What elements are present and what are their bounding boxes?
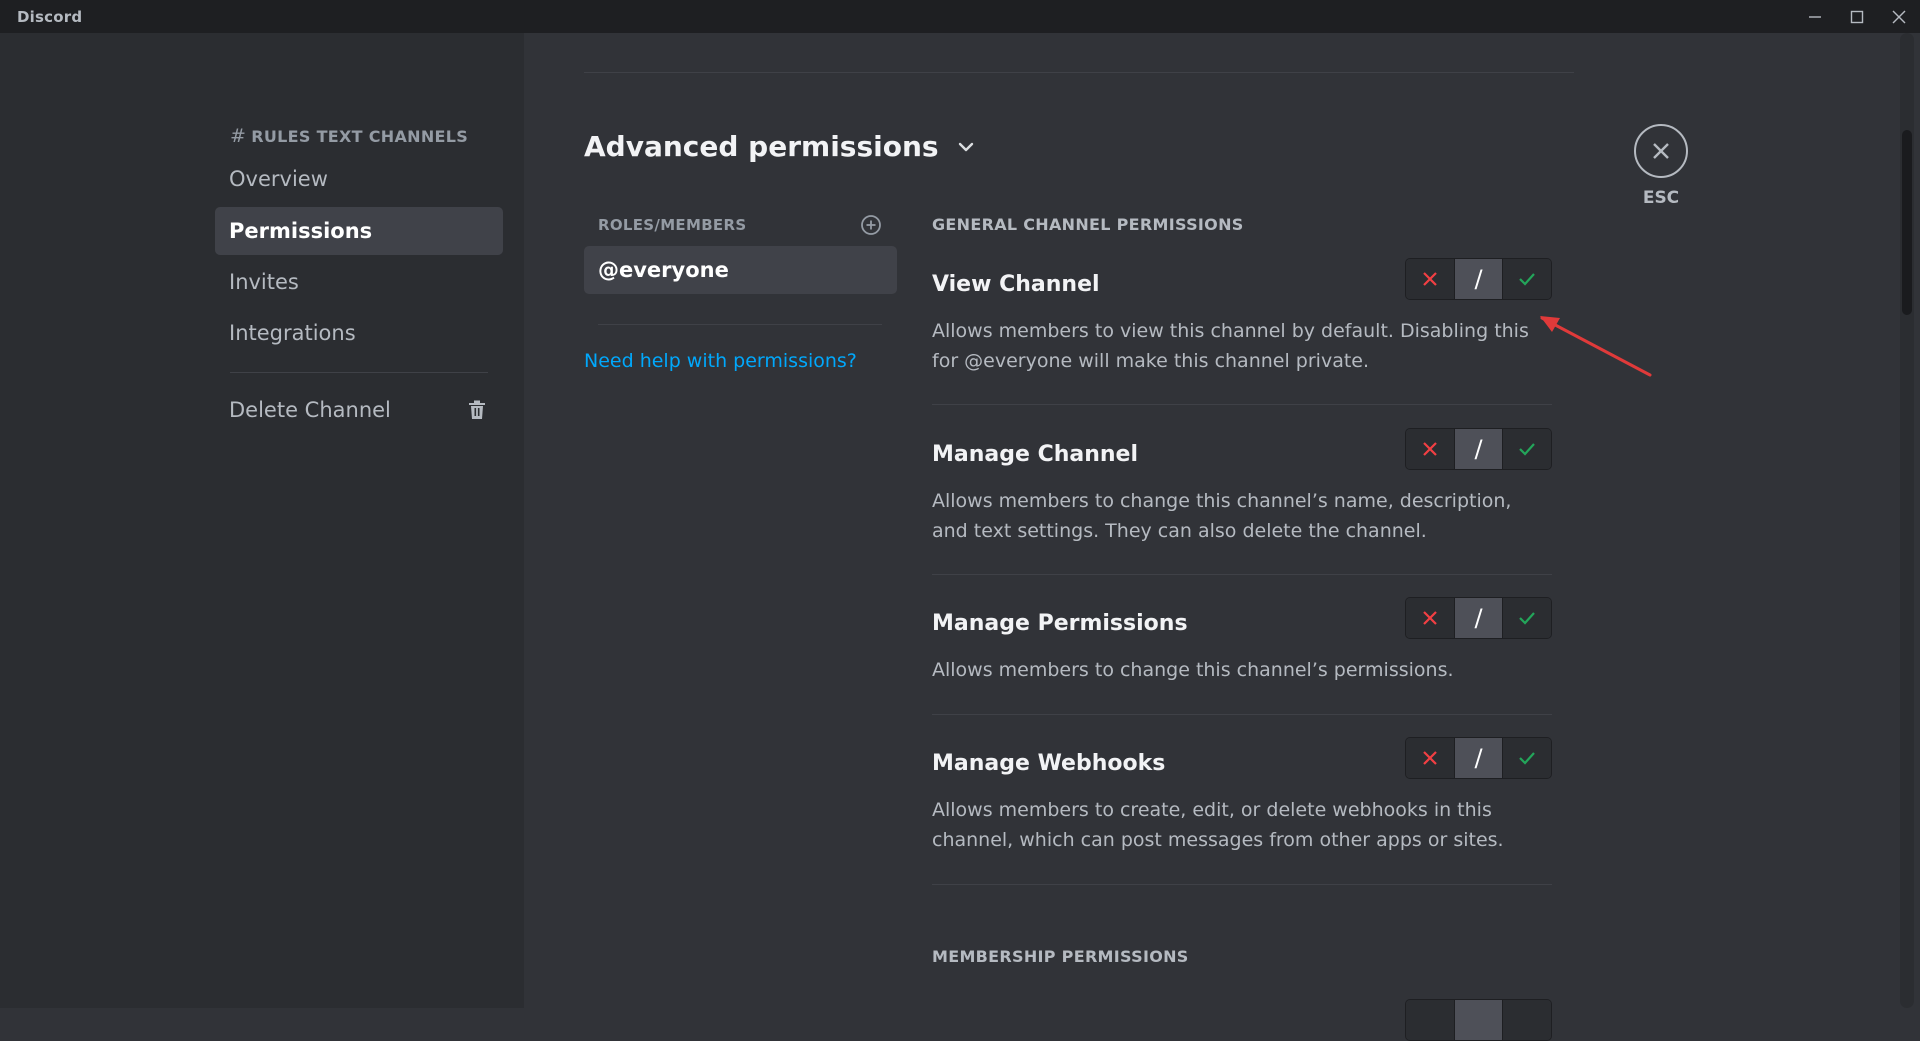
close-icon: [1653, 143, 1669, 159]
allow-button[interactable]: [1503, 598, 1551, 638]
permission-toggle: /: [1405, 258, 1552, 300]
app-name: Discord: [17, 7, 83, 26]
chevron-down-icon: [958, 142, 973, 151]
content-divider: [584, 72, 1574, 73]
sidebar-item-integrations[interactable]: Integrations: [215, 309, 503, 357]
esc-label: ESC: [1642, 188, 1680, 208]
checkmark-icon: [1519, 443, 1535, 456]
deny-button[interactable]: [1406, 1000, 1454, 1040]
permission-divider: [932, 714, 1552, 715]
sidebar-divider: [230, 372, 488, 373]
neutral-button[interactable]: /: [1453, 598, 1504, 638]
permission-description: Allows members to change this channel’s …: [932, 659, 1454, 681]
sidebar-item-label: Delete Channel: [229, 398, 391, 422]
esc-close-button[interactable]: [1634, 124, 1688, 178]
page-title: Advanced permissions: [584, 130, 939, 163]
sidebar-item-label: Invites: [229, 270, 299, 294]
permission-name: Manage Channel: [932, 442, 1139, 467]
neutral-button[interactable]: /: [1453, 429, 1504, 469]
slash-icon: /: [1474, 435, 1483, 463]
section-header-membership: MEMBERSHIP PERMISSIONS: [932, 947, 1189, 966]
close-window-button[interactable]: [1878, 0, 1920, 33]
maximize-button[interactable]: [1836, 0, 1878, 33]
slash-icon: /: [1474, 744, 1483, 772]
deny-button[interactable]: [1406, 259, 1454, 299]
sidebar-item-delete-channel[interactable]: Delete Channel: [215, 386, 503, 434]
neutral-button[interactable]: [1453, 1000, 1504, 1040]
checkmark-icon: [1519, 273, 1535, 286]
permission-toggle: /: [1405, 737, 1552, 779]
minimize-button[interactable]: [1794, 0, 1836, 33]
sidebar-channel-label: RULES TEXT CHANNELS: [251, 126, 469, 146]
sidebar-item-overview[interactable]: Overview: [215, 155, 503, 203]
permission-description: Allows members to change this channel’s …: [932, 490, 1512, 542]
deny-button[interactable]: [1406, 598, 1454, 638]
sidebar-channel-header: # RULES TEXT CHANNELS: [230, 125, 468, 147]
role-label: @everyone: [598, 258, 729, 282]
permission-divider: [932, 884, 1552, 885]
advanced-permissions-toggle[interactable]: Advanced permissions: [584, 130, 975, 163]
deny-button[interactable]: [1406, 429, 1454, 469]
permission-divider: [932, 574, 1552, 575]
allow-button[interactable]: [1503, 259, 1551, 299]
neutral-button[interactable]: /: [1453, 259, 1504, 299]
minimize-icon: [1809, 15, 1821, 18]
sidebar-item-invites[interactable]: Invites: [215, 258, 503, 306]
sidebar-item-permissions[interactable]: Permissions: [215, 207, 503, 255]
close-icon: [1892, 10, 1906, 23]
hash-icon: #: [230, 125, 247, 147]
scrollbar-thumb[interactable]: [1902, 130, 1912, 315]
allow-button[interactable]: [1503, 429, 1551, 469]
permission-name: View Channel: [932, 272, 1100, 297]
x-icon: [1423, 442, 1437, 456]
sidebar-item-label: Permissions: [229, 219, 373, 243]
permission-toggle: /: [1405, 428, 1552, 470]
sidebar-item-label: Integrations: [229, 321, 356, 345]
deny-button[interactable]: [1406, 738, 1454, 778]
help-permissions-link[interactable]: Need help with permissions?: [584, 350, 857, 372]
title-bar: Discord: [0, 0, 1920, 33]
sidebar-item-label: Overview: [229, 167, 328, 191]
section-header-general: GENERAL CHANNEL PERMISSIONS: [932, 215, 1244, 234]
window-controls: [1794, 0, 1920, 33]
permission-description: Allows members to create, edit, or delet…: [932, 799, 1504, 851]
permission-name: Manage Webhooks: [932, 751, 1166, 776]
roles-members-label: ROLES/MEMBERS: [598, 216, 747, 234]
roles-members-header: ROLES/MEMBERS: [598, 214, 882, 236]
neutral-button[interactable]: /: [1453, 738, 1504, 778]
checkmark-icon: [1519, 752, 1535, 765]
permission-toggle-partial: [1405, 999, 1552, 1041]
x-icon: [1423, 751, 1437, 765]
permission-name: Manage Permissions: [932, 611, 1188, 636]
checkmark-icon: [1519, 612, 1535, 625]
annotation-arrow-icon: [1540, 316, 1652, 377]
add-role-icon[interactable]: [860, 214, 882, 236]
permission-toggle: /: [1405, 597, 1552, 639]
role-item-everyone[interactable]: @everyone: [584, 246, 897, 294]
allow-button[interactable]: [1503, 738, 1551, 778]
slash-icon: /: [1474, 265, 1483, 293]
permission-divider: [932, 404, 1552, 405]
x-icon: [1423, 611, 1437, 625]
allow-button[interactable]: [1503, 1000, 1551, 1040]
x-icon: [1423, 272, 1437, 286]
trash-icon: [469, 400, 485, 419]
maximize-icon: [1850, 10, 1864, 23]
roles-divider: [598, 324, 882, 325]
permission-description: Allows members to view this channel by d…: [932, 320, 1529, 372]
slash-icon: /: [1474, 604, 1483, 632]
